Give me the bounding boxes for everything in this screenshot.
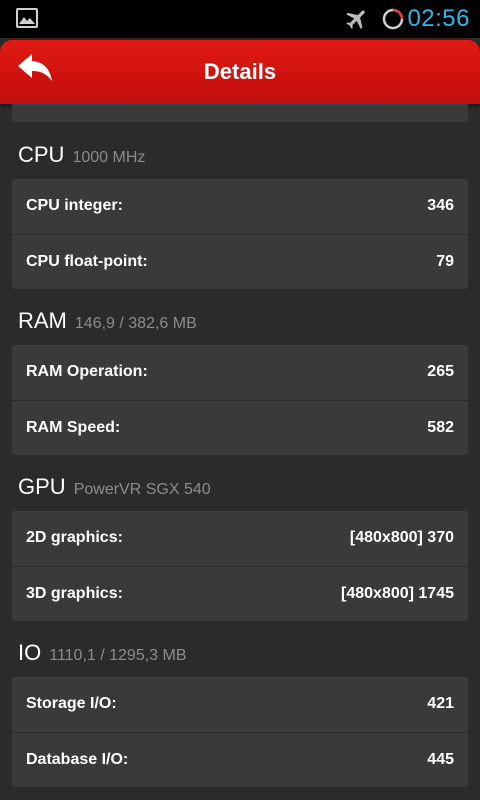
section-header-io: IO 1110,1 / 1295,3 MB: [18, 640, 187, 666]
sync-icon: [382, 8, 404, 30]
section-subtitle: PowerVR SGX 540: [73, 481, 211, 498]
list-item[interactable]: Database I/O: 445: [12, 732, 468, 787]
row-value: 346: [427, 197, 454, 214]
page-title: Details: [203, 59, 277, 84]
row-label: CPU float-point:: [26, 253, 148, 270]
row-label: CPU integer:: [26, 197, 123, 214]
row-value: 421: [427, 695, 454, 712]
details-list[interactable]: CPU 1000 MHz CPU integer: 346 CPU float-p…: [0, 104, 480, 800]
row-value: [480x800] 370: [349, 529, 454, 546]
section-header-gpu: GPU PowerVR SGX 540: [18, 474, 211, 500]
row-label: Database I/O:: [26, 751, 129, 768]
io-card: Storage I/O: 421 Database I/O: 445: [12, 677, 468, 787]
section-title: CPU: [18, 142, 65, 167]
row-label: Storage I/O:: [26, 695, 117, 712]
row-label: RAM Speed:: [26, 419, 121, 436]
previous-card: [12, 104, 468, 122]
section-subtitle: 1000 MHz: [72, 149, 146, 166]
section-title: RAM: [18, 308, 67, 333]
section-subtitle: 1110,1 / 1295,3 MB: [49, 647, 187, 664]
gpu-card: 2D graphics: [480x800] 370 3D graphics: …: [12, 511, 468, 621]
list-item[interactable]: 2D graphics: [480x800] 370: [12, 511, 468, 566]
row-value: 265: [427, 363, 454, 380]
row-value: 79: [436, 253, 454, 270]
row-label: 2D graphics:: [26, 529, 123, 546]
row-value: [480x800] 1745: [341, 585, 454, 602]
list-item[interactable]: 3D graphics: [480x800] 1745: [12, 566, 468, 621]
clock: 02:56: [407, 5, 470, 32]
list-item[interactable]: RAM Speed: 582: [12, 400, 468, 455]
section-header-cpu: CPU 1000 MHz: [18, 142, 145, 168]
row-label: RAM Operation:: [26, 363, 148, 380]
row-value: 445: [427, 751, 454, 768]
list-item[interactable]: CPU float-point: 79: [12, 234, 468, 289]
section-header-ram: RAM 146,9 / 382,6 MB: [18, 308, 197, 334]
row-value: 582: [427, 419, 454, 436]
list-item[interactable]: CPU integer: 346: [12, 179, 468, 234]
section-subtitle: 146,9 / 382,6 MB: [74, 315, 197, 332]
section-title: GPU: [18, 474, 66, 499]
row-label: 3D graphics:: [26, 585, 123, 602]
status-bar: 02:56: [0, 0, 480, 38]
gallery-icon: [16, 8, 38, 28]
airplane-mode-icon: [346, 10, 365, 29]
ram-card: RAM Operation: 265 RAM Speed: 582: [12, 345, 468, 455]
list-item[interactable]: RAM Operation: 265: [12, 345, 468, 400]
section-title: IO: [18, 640, 42, 665]
app-header: Details: [0, 40, 480, 104]
list-item[interactable]: Storage I/O: 421: [12, 677, 468, 732]
cpu-card: CPU integer: 346 CPU float-point: 79: [12, 179, 468, 289]
